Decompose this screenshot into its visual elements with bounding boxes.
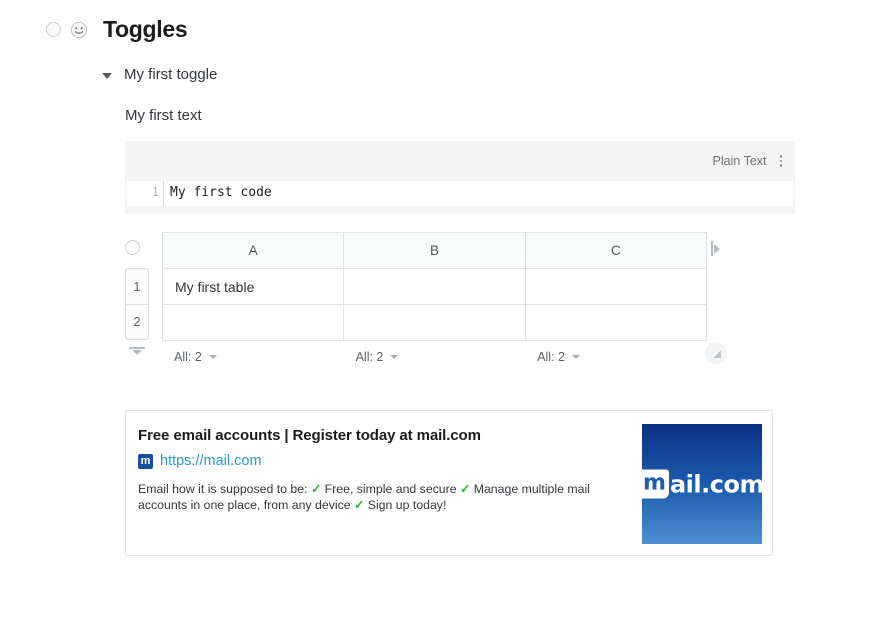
- green-check-icon: ✓: [310, 482, 322, 496]
- link-card-thumbnail: m ail.com: [640, 424, 765, 544]
- code-content[interactable]: My first code: [163, 181, 793, 206]
- column-summary-b[interactable]: All: 2: [344, 350, 526, 364]
- mail-com-favicon-icon: m: [138, 453, 153, 469]
- table-block: 1 2 A B C My first table All: 2 All: 2 A…: [125, 232, 727, 377]
- data-table: A B C My first table: [161, 232, 708, 341]
- caret-down-icon[interactable]: [102, 72, 112, 79]
- column-summary-label: All: 2: [537, 350, 565, 364]
- smiley-face-icon[interactable]: [70, 21, 88, 39]
- add-column-icon[interactable]: [711, 241, 720, 256]
- table-row: [161, 304, 708, 341]
- table-cell[interactable]: [343, 304, 526, 341]
- link-card-url[interactable]: https://mail.com: [160, 453, 262, 469]
- column-summary-label: All: 2: [174, 350, 202, 364]
- toggle-block[interactable]: My first toggle: [102, 66, 217, 83]
- description-text: Email how it is supposed to be:: [138, 482, 311, 496]
- toggle-label: My first toggle: [124, 66, 218, 83]
- description-text: Free, simple and secure: [321, 482, 460, 496]
- green-check-icon: ✓: [354, 498, 365, 512]
- link-card-body: Free email accounts | Register today at …: [126, 411, 642, 555]
- table-cell[interactable]: [524, 268, 708, 305]
- description-text: Sign up today!: [364, 498, 447, 512]
- table-header-row: A B C: [161, 232, 708, 269]
- kebab-menu-icon[interactable]: [777, 153, 786, 169]
- favicon-letter: m: [140, 454, 151, 467]
- row-header[interactable]: 2: [126, 304, 148, 339]
- table-cell[interactable]: My first table: [161, 268, 345, 305]
- code-editor[interactable]: 1 My first code: [127, 181, 793, 206]
- table-cell[interactable]: [343, 268, 526, 305]
- logo-m-mark: m: [640, 469, 669, 499]
- green-check-icon: ✓: [460, 482, 471, 496]
- column-header-a[interactable]: A: [161, 232, 345, 269]
- link-card-title: Free email accounts | Register today at …: [138, 427, 481, 444]
- chevron-down-icon: [571, 355, 580, 359]
- table-cell[interactable]: [161, 304, 345, 341]
- toggle-content-text[interactable]: My first text: [125, 107, 202, 124]
- link-card-url-row[interactable]: m https://mail.com: [138, 453, 628, 469]
- link-card-description: Email how it is supposed to be: ✓ Free, …: [138, 481, 628, 513]
- column-summary-label: All: 2: [355, 350, 384, 364]
- table-row: My first table: [161, 268, 708, 305]
- add-row-icon[interactable]: [128, 347, 146, 355]
- code-toolbar: Plain Text: [125, 141, 795, 181]
- column-summary-a[interactable]: All: 2: [162, 350, 344, 364]
- chevron-down-icon: [208, 355, 217, 359]
- link-preview-card[interactable]: Free email accounts | Register today at …: [125, 410, 773, 556]
- code-block: Plain Text 1 My first code: [125, 141, 795, 214]
- circle-icon[interactable]: [46, 22, 61, 37]
- page-title: Toggles: [103, 16, 188, 42]
- table-cell[interactable]: [524, 304, 708, 341]
- column-header-c[interactable]: C: [524, 232, 708, 269]
- page-header: Toggles: [46, 16, 188, 43]
- column-summary-c[interactable]: All: 2: [525, 350, 707, 364]
- circle-icon[interactable]: [125, 240, 140, 255]
- logo-wordmark: ail.com: [669, 470, 765, 498]
- column-summary-row: All: 2 All: 2 All: 2: [162, 350, 707, 364]
- row-header-group: 1 2: [125, 268, 149, 340]
- code-line-number: 1: [151, 185, 159, 199]
- mail-com-logo: m ail.com: [640, 469, 765, 499]
- row-header[interactable]: 1: [126, 269, 148, 304]
- chevron-down-icon: [390, 355, 399, 359]
- code-language-selector[interactable]: Plain Text: [713, 154, 767, 168]
- resize-handle-icon[interactable]: [705, 342, 727, 364]
- column-header-b[interactable]: B: [343, 232, 526, 269]
